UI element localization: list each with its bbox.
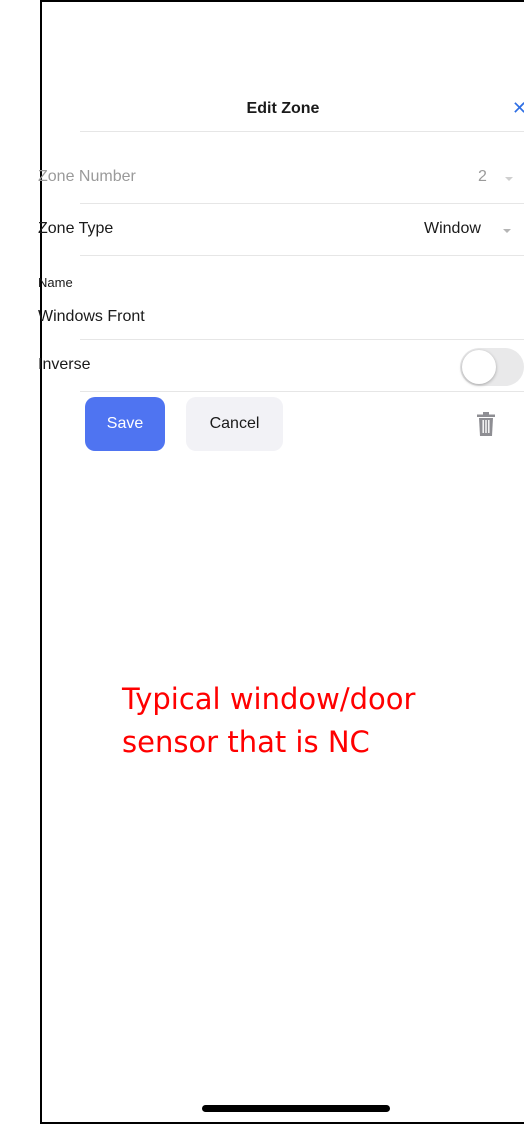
row-divider: [80, 339, 524, 340]
cancel-button[interactable]: Cancel: [186, 397, 283, 451]
trash-icon: [477, 412, 495, 436]
zone-type-label: Zone Type: [38, 220, 114, 237]
save-button[interactable]: Save: [85, 397, 165, 451]
name-label: Name: [38, 275, 73, 290]
inverse-label: Inverse: [38, 356, 91, 373]
close-icon: ✕: [512, 98, 524, 118]
inverse-toggle[interactable]: [460, 348, 524, 386]
row-divider: [80, 203, 524, 204]
zone-number-label: Zone Number: [38, 168, 136, 185]
name-input[interactable]: Windows Front: [38, 308, 145, 326]
header-divider: [80, 131, 524, 132]
zone-number-value: 2: [478, 168, 487, 185]
chevron-down-icon: [505, 177, 513, 181]
row-divider: [80, 391, 524, 392]
home-indicator: [202, 1105, 390, 1112]
close-button[interactable]: ✕: [512, 98, 524, 118]
page-title: Edit Zone: [246, 100, 320, 117]
zone-type-value: Window: [424, 220, 481, 237]
chevron-down-icon: [503, 229, 511, 233]
toggle-knob: [462, 350, 496, 384]
row-divider: [80, 255, 524, 256]
delete-button[interactable]: [477, 412, 495, 436]
annotation-text: Typical window/door sensor that is NC: [122, 682, 416, 759]
